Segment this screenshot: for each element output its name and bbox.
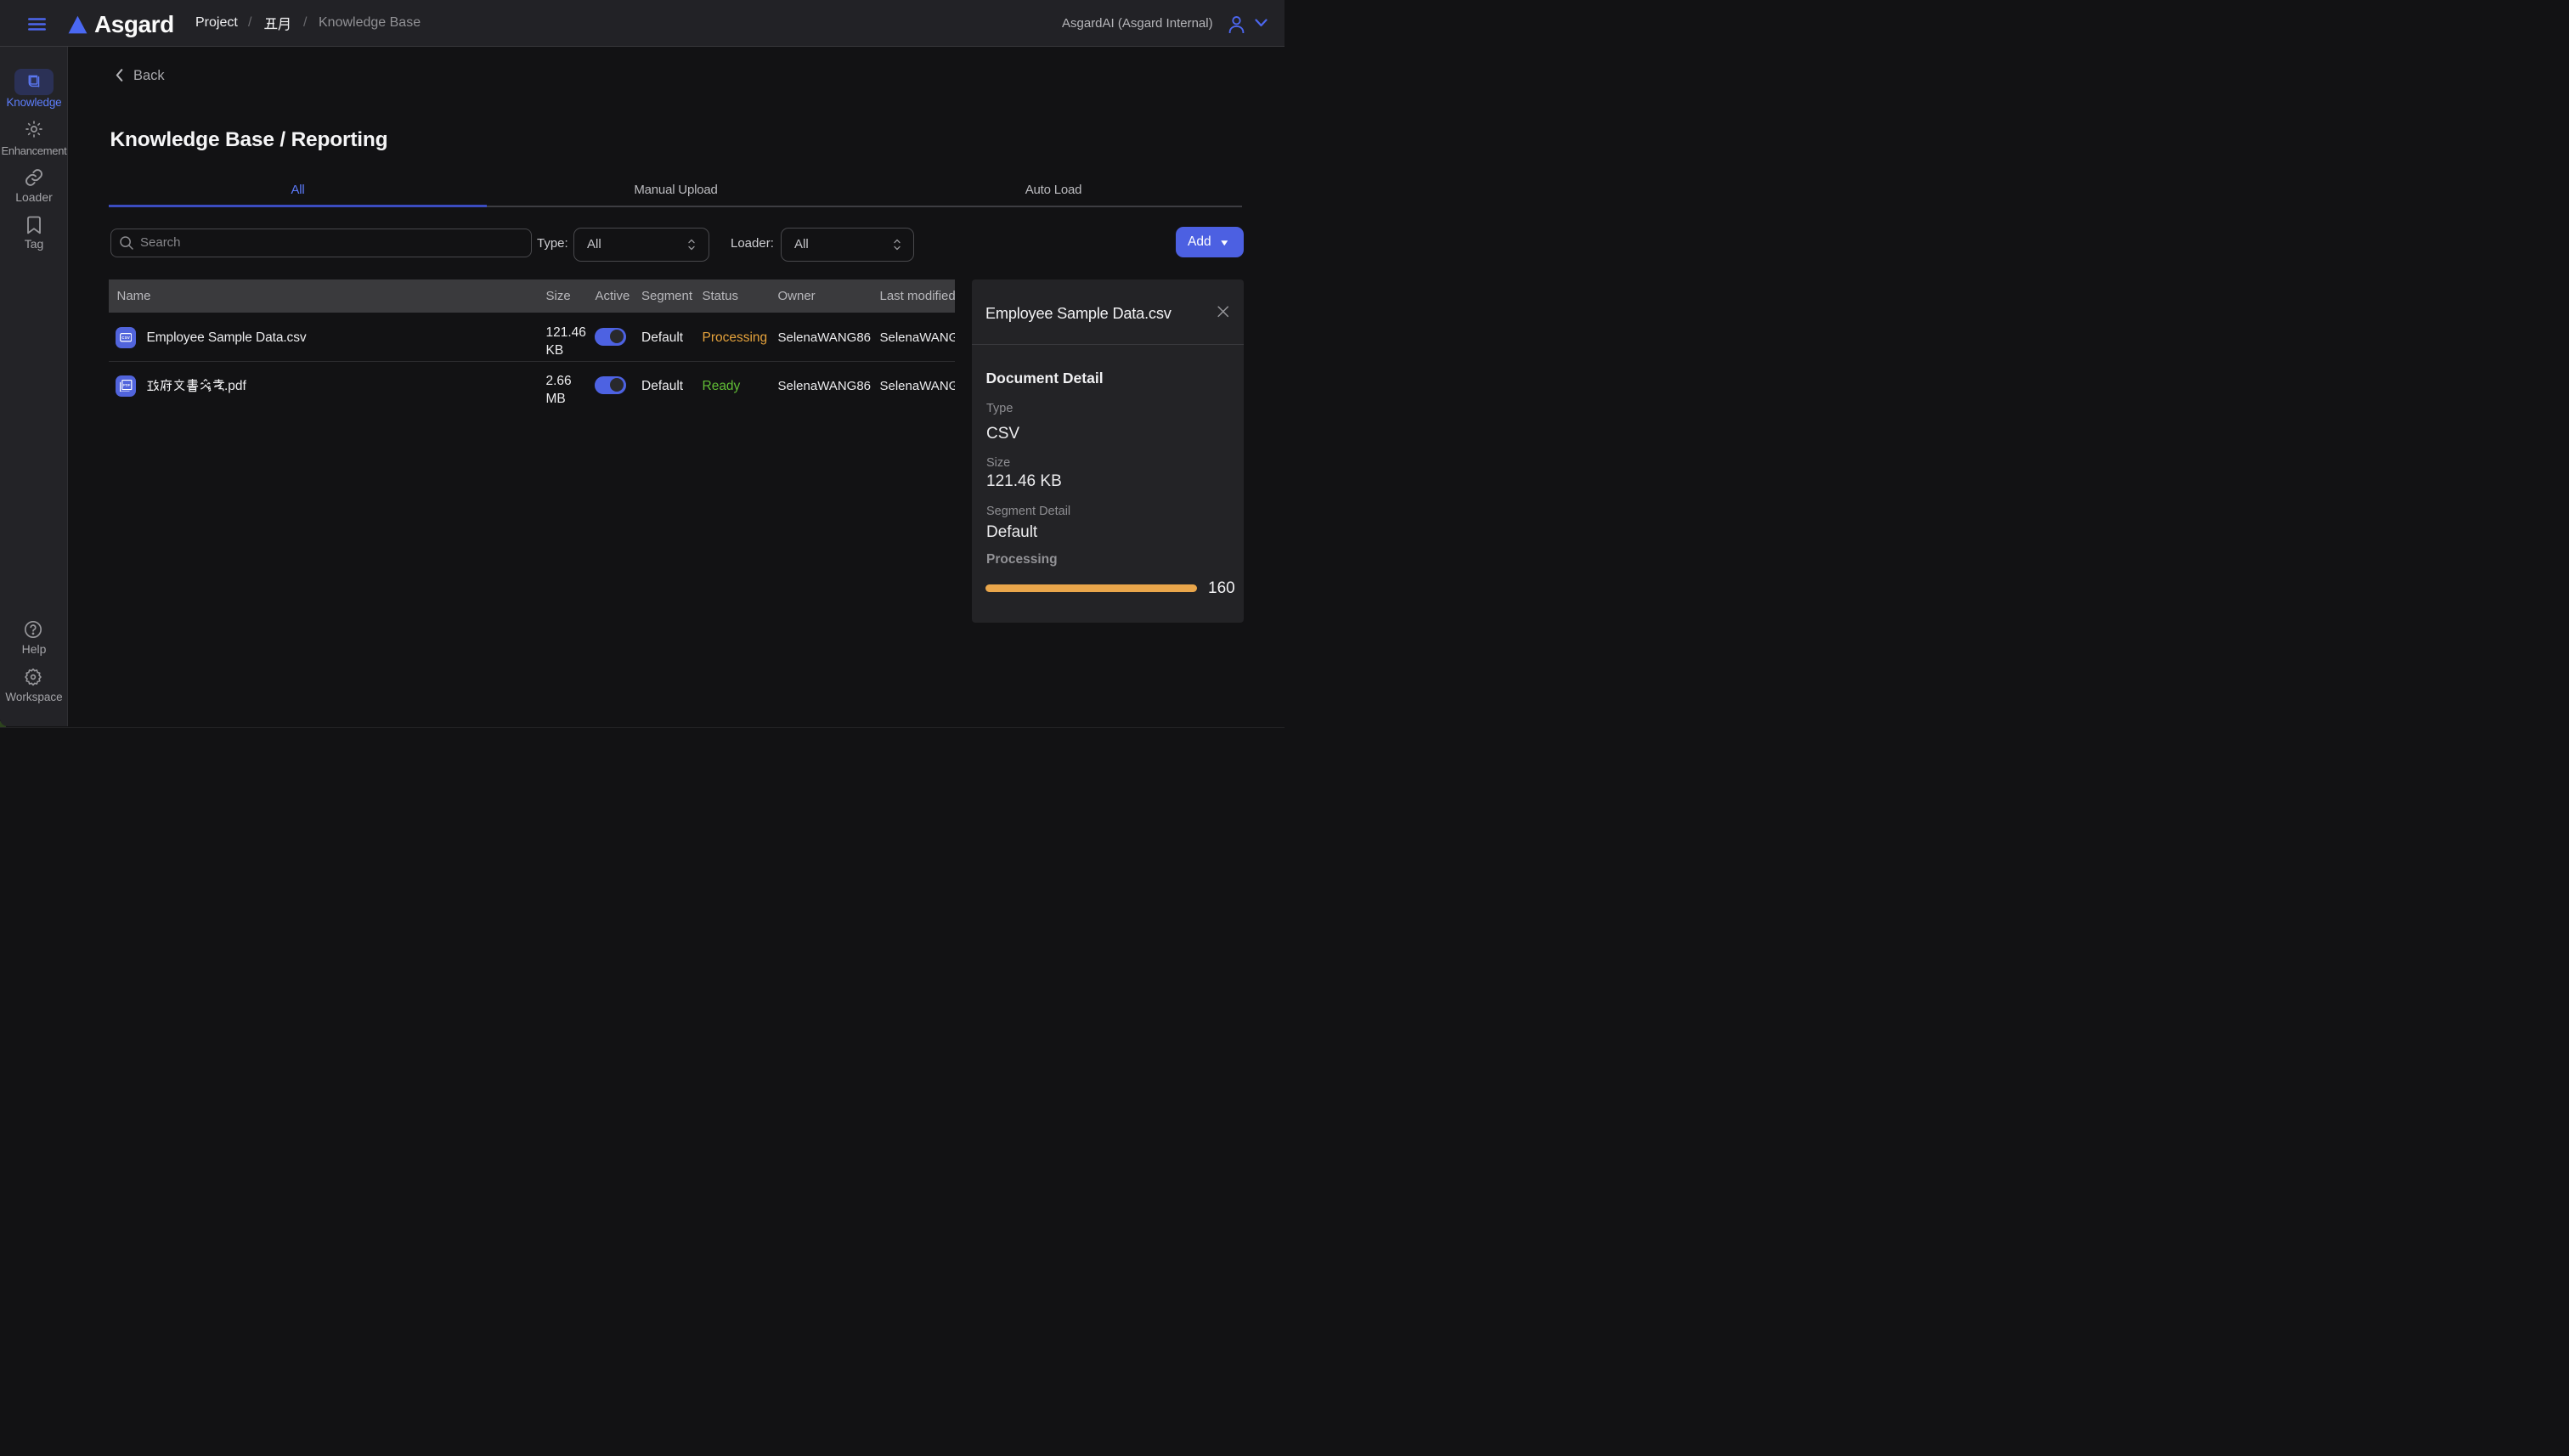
svg-text:PDF: PDF xyxy=(123,382,131,387)
svg-text:CSV: CSV xyxy=(121,336,130,340)
